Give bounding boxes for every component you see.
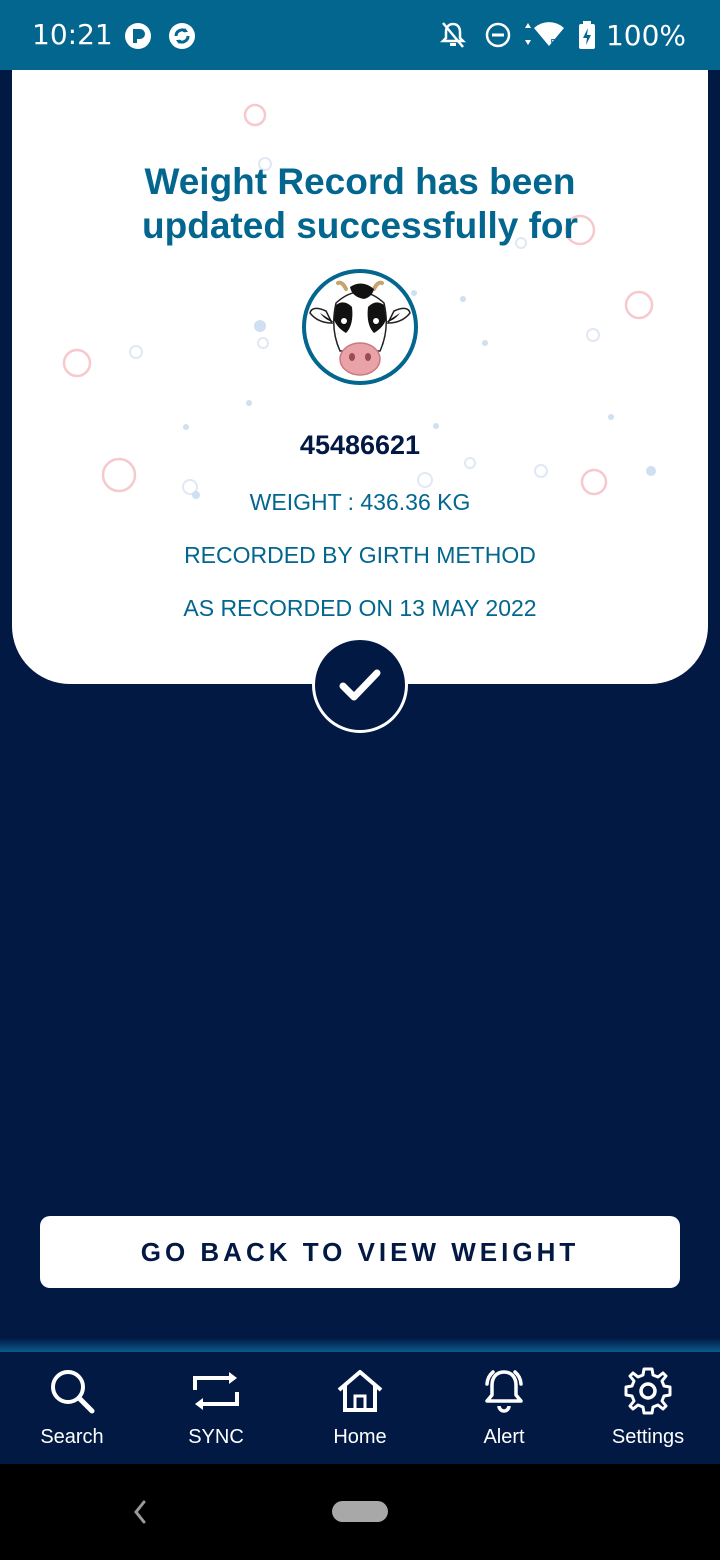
bottom-nav: Search SYNC Home Alert Settings: [0, 1352, 720, 1464]
nav-label-search: Search: [40, 1426, 104, 1448]
cow-avatar: [302, 269, 418, 385]
nav-label-alert: Alert: [483, 1426, 525, 1448]
date-line: AS RECORDED ON 13 MAY 2022: [183, 595, 537, 621]
nav-item-home[interactable]: Home: [288, 1352, 432, 1464]
weight-line: WEIGHT : 436.36 KG: [249, 489, 471, 515]
nav-label-sync: SYNC: [188, 1426, 244, 1448]
alert-bell-icon: [485, 1370, 523, 1413]
animal-id: 45486621: [299, 430, 421, 460]
success-title: Weight Record has been updated successfu…: [142, 161, 578, 246]
method-line: RECORDED BY GIRTH METHOD: [184, 542, 536, 568]
nav-label-home: Home: [333, 1426, 387, 1448]
battery-percentage: 100%: [605, 18, 686, 52]
checkmark-icon: [339, 669, 381, 701]
notifications-off-icon: [439, 22, 466, 48]
nav-item-settings[interactable]: Settings: [576, 1352, 720, 1464]
status-bar: 10:21 5 100%: [0, 0, 720, 70]
bottom-nav-divider: [0, 1338, 720, 1352]
search-icon: [51, 1370, 95, 1414]
wifi-icon: 5: [524, 22, 564, 50]
cow-icon: [309, 280, 411, 376]
nav-item-alert[interactable]: Alert: [432, 1352, 576, 1464]
sync-icon: [193, 1372, 239, 1410]
system-back-icon[interactable]: [126, 1494, 154, 1530]
home-icon: [337, 1370, 383, 1412]
nav-item-sync[interactable]: SYNC: [144, 1352, 288, 1464]
gear-icon: [624, 1367, 672, 1415]
app-p-icon: [125, 23, 151, 49]
status-indicators: 5 100%: [439, 18, 686, 52]
success-card: Weight Record has been updated successfu…: [12, 70, 708, 684]
system-home-pill[interactable]: [332, 1501, 388, 1522]
app-refresh-icon: [169, 23, 195, 49]
go-back-to-view-weight-button[interactable]: GO BACK TO VIEW WEIGHT: [40, 1216, 680, 1288]
success-check-badge: [312, 637, 408, 733]
battery-charging-icon: [578, 21, 595, 49]
status-time: 10:21: [32, 18, 113, 51]
nav-label-settings: Settings: [611, 1426, 685, 1448]
nav-item-search[interactable]: Search: [0, 1352, 144, 1464]
svg-text:5: 5: [550, 37, 557, 50]
do-not-disturb-icon: [485, 22, 511, 48]
